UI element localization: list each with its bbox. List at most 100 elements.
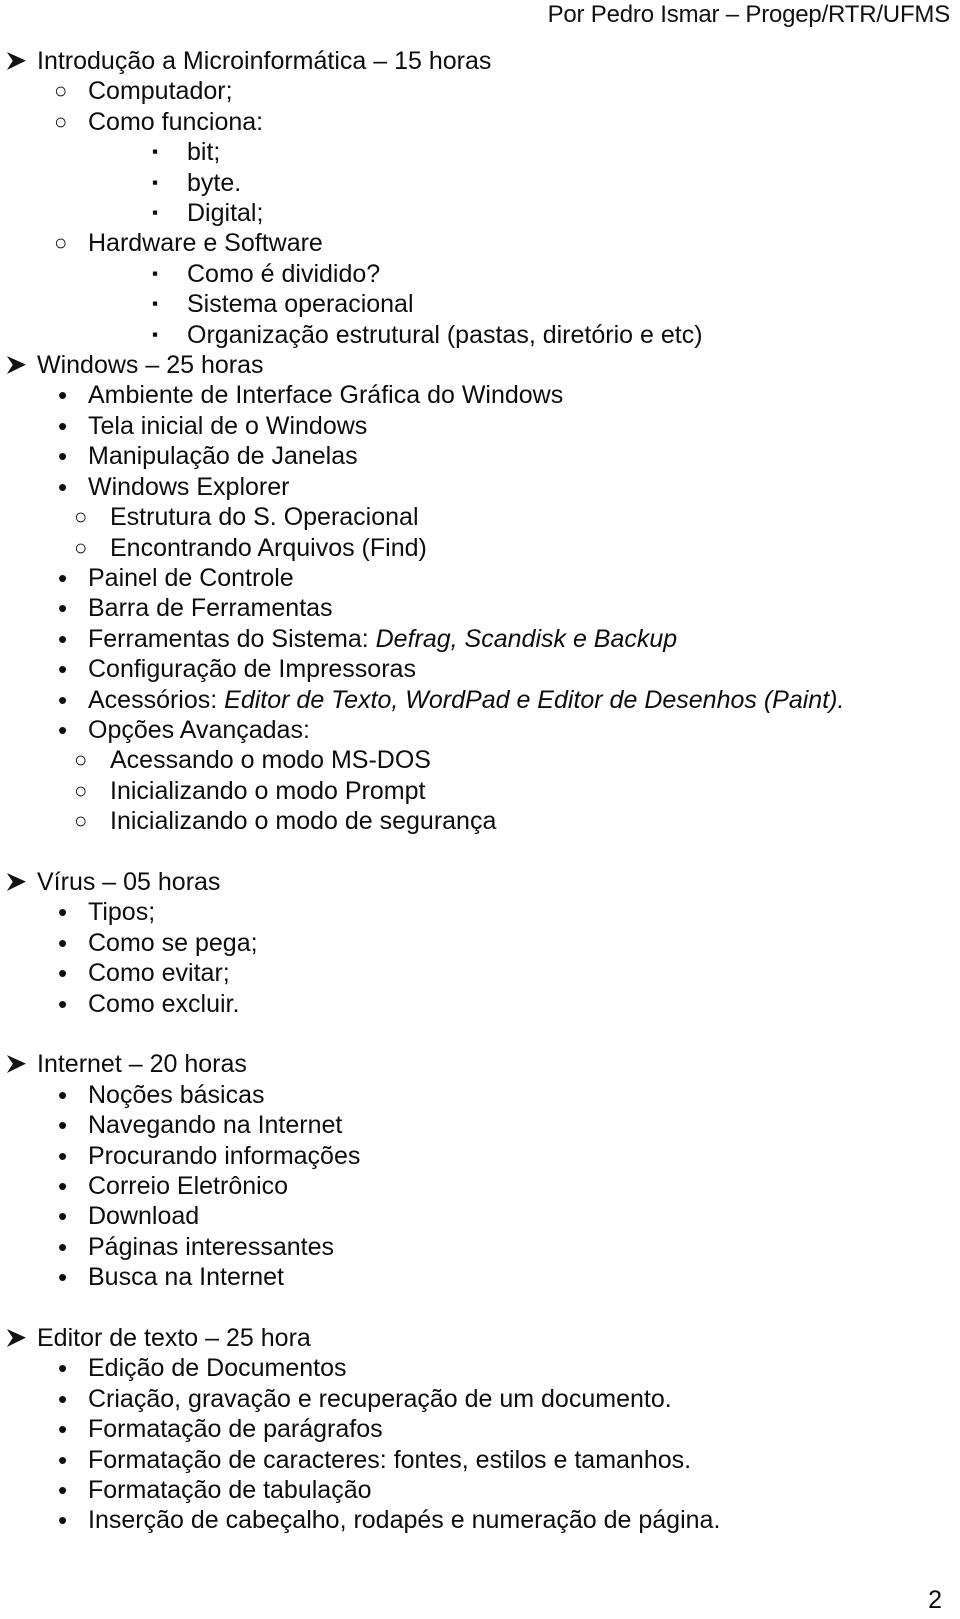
outline-item: ○ Encontrando Arquivos (Find) [0, 533, 960, 563]
outline-item: • Edição de Documentos [0, 1353, 960, 1383]
disc-bullet-icon: • [58, 1262, 68, 1293]
disc-bullet-icon: • [58, 1171, 68, 1201]
outline-item: • Ambiente de Interface Gráfica do Windo… [0, 380, 960, 410]
outline-item-label: Como funciona: [88, 107, 264, 136]
outline-item-label: Inicializando o modo de segurança [110, 807, 497, 836]
outline-item-label: Organização estrutural (pastas, diretóri… [187, 320, 703, 349]
outline-item-label: Tipos; [88, 898, 156, 927]
outline-item: ▪ Digital; [0, 198, 960, 228]
outline-item: ▪ bit; [0, 137, 960, 167]
page-footer: 2 [0, 1585, 960, 1615]
disc-bullet-icon: • [58, 1353, 68, 1384]
outline-item: • Windows Explorer [0, 472, 960, 502]
section-title: Internet – 20 horas [37, 1050, 247, 1079]
disc-bullet-icon: • [58, 684, 68, 715]
outline-item: • Criação, gravação e recuperação de um … [0, 1384, 960, 1414]
outline-item-label: Edição de Documentos [88, 1354, 347, 1383]
outline-item: • Acessórios: Editor de Texto, WordPad e… [0, 685, 960, 715]
circle-bullet-icon: ○ [54, 78, 68, 104]
circle-bullet-icon: ○ [74, 504, 88, 530]
disc-bullet-icon: • [58, 623, 68, 654]
outline-item: • Formatação de parágrafos [0, 1414, 960, 1444]
outline-item: • Navegando na Internet [0, 1110, 960, 1140]
square-bullet-icon: ▪ [152, 263, 159, 283]
outline-item: • Barra de Ferramentas [0, 593, 960, 623]
outline-item-label: Inserção de cabeçalho, rodapés e numeraç… [88, 1506, 721, 1535]
disc-bullet-icon: • [58, 1414, 68, 1445]
outline-item-label: Ferramentas do Sistema: [88, 624, 376, 653]
outline-section-heading: Editor de texto – 25 hora [0, 1323, 960, 1353]
section-gap [0, 1019, 960, 1049]
outline-item-label: Download [88, 1202, 200, 1231]
outline-item: ▪ Sistema operacional [0, 289, 960, 319]
section-title: Editor de texto – 25 hora [37, 1324, 311, 1353]
outline-item: • Como se pega; [0, 928, 960, 958]
outline-item-emphasis: Editor de Texto, WordPad e Editor de Des… [224, 685, 845, 714]
outline-item-emphasis: Defrag, Scandisk e Backup [375, 624, 678, 653]
outline-item: • Noções básicas [0, 1080, 960, 1110]
outline-item-label: Formatação de parágrafos [88, 1415, 383, 1444]
disc-bullet-icon: • [58, 471, 68, 502]
outline-section-heading: Windows – 25 horas [0, 350, 960, 380]
outline-item-label: Acessórios: [88, 685, 225, 714]
outline-item-label: byte. [187, 168, 242, 197]
outline-item-label: Como se pega; [88, 928, 258, 957]
outline-item-label: Manipulação de Janelas [88, 442, 358, 471]
disc-bullet-icon: • [58, 1383, 68, 1414]
circle-bullet-icon: ○ [74, 808, 88, 834]
section-gap [0, 837, 960, 867]
outline-item: ▪ Organização estrutural (pastas, diretó… [0, 320, 960, 350]
outline-item: ▪ Como é dividido? [0, 259, 960, 289]
circle-bullet-icon: ○ [74, 534, 88, 560]
disc-bullet-icon: • [58, 1505, 68, 1536]
square-bullet-icon: ▪ [152, 324, 159, 344]
outline-item: • Procurando informações [0, 1141, 960, 1171]
outline-item: ○ Estrutura do S. Operacional [0, 502, 960, 532]
outline-item-label: Como evitar; [88, 959, 230, 988]
outline-item: • Formatação de caracteres: fontes, esti… [0, 1445, 960, 1475]
outline-item: ○ Como funciona: [0, 107, 960, 137]
outline-item: • Páginas interessantes [0, 1232, 960, 1262]
outline-item: • Como evitar; [0, 958, 960, 988]
outline-item-label: Barra de Ferramentas [88, 594, 333, 623]
section-gap [0, 1293, 960, 1323]
circle-bullet-icon: ○ [54, 230, 68, 256]
outline-item-label: Encontrando Arquivos (Find) [110, 533, 427, 562]
outline-item-label: Opções Avançadas: [88, 715, 310, 744]
arrow-bullet-icon [4, 869, 30, 895]
outline-item-label: Correio Eletrônico [88, 1172, 289, 1200]
outline-item-label: Noções básicas [88, 1080, 265, 1109]
outline-item-label: Ambiente de Interface Gráfica do Windows [88, 381, 564, 410]
outline-item-label: Hardware e Software [88, 229, 323, 258]
outline-item-label: Acessando o modo MS-DOS [110, 746, 431, 775]
outline-item: • Opções Avançadas: [0, 715, 960, 745]
outline-item-label: bit; [187, 138, 221, 167]
arrow-bullet-icon [4, 48, 30, 74]
disc-bullet-icon: • [58, 1079, 68, 1110]
outline-item-label: Inicializando o modo Prompt [110, 776, 426, 805]
disc-bullet-icon: • [58, 927, 68, 958]
disc-bullet-icon: • [58, 441, 68, 472]
arrow-bullet-icon [4, 1051, 30, 1077]
outline-item-label: Como é dividido? [187, 259, 381, 288]
outline-item: • Busca na Internet [0, 1262, 960, 1292]
section-title: Introdução a Microinformática – 15 horas [37, 47, 492, 75]
outline-item: • Download [0, 1201, 960, 1231]
square-bullet-icon: ▪ [152, 172, 159, 192]
disc-bullet-icon: • [58, 593, 68, 624]
disc-bullet-icon: • [58, 714, 68, 745]
disc-bullet-icon: • [58, 654, 68, 685]
outline-item-label: Tela inicial de o Windows [88, 411, 368, 440]
square-bullet-icon: ▪ [152, 203, 159, 223]
square-bullet-icon: ▪ [152, 294, 159, 314]
outline-item: ○ Inicializando o modo de segurança [0, 806, 960, 836]
outline-item: • Ferramentas do Sistema: Defrag, Scandi… [0, 624, 960, 654]
header-author-affiliation: Por Pedro Ismar – Progep/RTR/UFMS [547, 1, 951, 28]
outline-item: ○ Acessando o modo MS-DOS [0, 745, 960, 775]
arrow-bullet-icon [4, 352, 30, 378]
outline-section-heading: Introdução a Microinformática – 15 horas [0, 46, 960, 76]
square-bullet-icon: ▪ [152, 142, 159, 162]
outline-item-label: Sistema operacional [187, 290, 414, 319]
circle-bullet-icon: ○ [74, 777, 88, 803]
outline-item: • Como excluir. [0, 989, 960, 1019]
